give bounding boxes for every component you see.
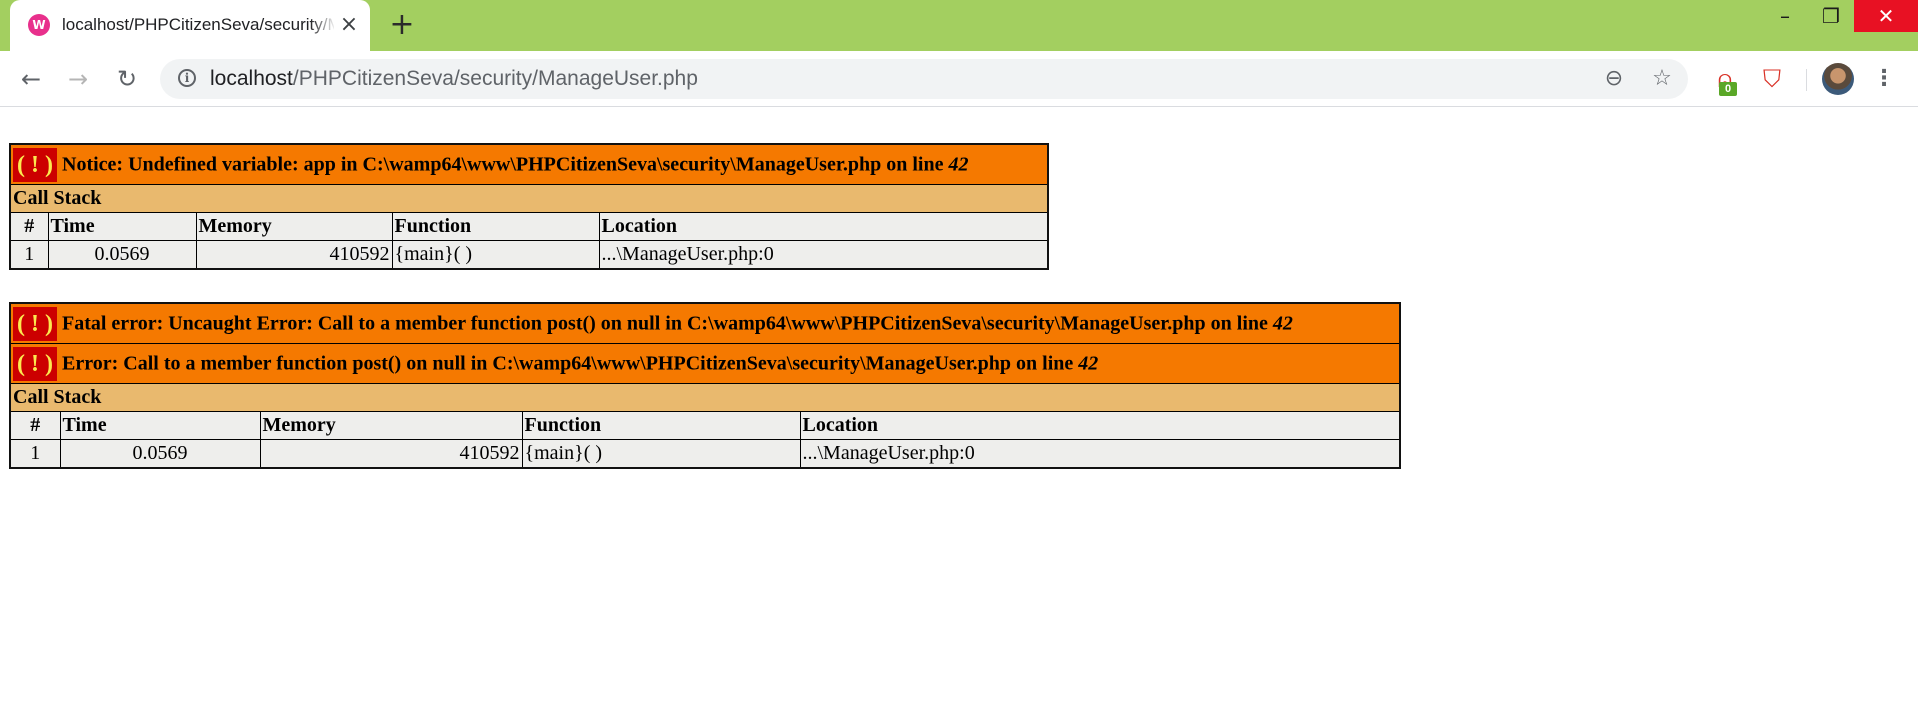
url-path: /PHPCitizenSeva/security/ManageUser.php (292, 67, 698, 90)
cell-memory: 410592 (195, 240, 393, 270)
fatal-line-number: 42 (1272, 312, 1293, 334)
back-arrow-icon[interactable]: ← (14, 62, 48, 96)
cell-num: 1 (9, 439, 61, 469)
forward-arrow-icon[interactable]: → (61, 62, 95, 96)
error-exclamation-icon: ( ! ) (13, 306, 57, 341)
wamp-favicon-icon: W (28, 14, 50, 36)
reload-icon[interactable]: ↻ (110, 62, 144, 96)
call-stack-header: Call Stack (9, 383, 1401, 412)
call-stack-header: Call Stack (9, 184, 1049, 213)
new-tab-plus-icon[interactable]: + (387, 10, 417, 40)
page-content: ( ! ) Notice: Undefined variable: app in … (0, 107, 1918, 720)
address-bar[interactable]: i localhost/PHPCitizenSeva/security/Mana… (160, 59, 1688, 99)
error-message-row: ( ! ) Error: Call to a member function po… (9, 343, 1401, 384)
cell-function: {main}( ) (391, 240, 600, 270)
window-restore-icon[interactable]: ❐ (1808, 0, 1854, 32)
error-exclamation-icon: ( ! ) (13, 346, 57, 381)
column-header: Location (799, 411, 1401, 440)
xdebug-fatal-error-table: ( ! ) Fatal error: Uncaught Error: Call t… (9, 302, 1401, 469)
browser-menu-icon[interactable]: ⋮ (1872, 64, 1896, 94)
toolbar-separator (1806, 69, 1807, 91)
browser-toolbar: ← → ↻ i localhost/PHPCitizenSeva/securit… (0, 51, 1918, 107)
column-header: # (9, 411, 61, 440)
address-url[interactable]: localhost/PHPCitizenSeva/security/Manage… (210, 68, 698, 90)
error-message: Error: Call to a member function post() … (62, 352, 1079, 374)
site-info-icon[interactable]: i (178, 69, 196, 87)
zoom-out-icon[interactable]: ⊖ (1600, 65, 1628, 93)
column-header: Function (521, 411, 801, 440)
column-header: Memory (259, 411, 523, 440)
profile-avatar[interactable] (1822, 63, 1854, 95)
xdebug-notice-table: ( ! ) Notice: Undefined variable: app in … (9, 143, 1049, 270)
cell-time: 0.0569 (47, 240, 197, 270)
browser-tab-active[interactable]: W localhost/PHPCitizenSeva/security/Mana… (10, 0, 370, 51)
cell-function: {main}( ) (521, 439, 801, 469)
window-close-icon[interactable]: ✕ (1854, 0, 1918, 32)
fatal-message-row: ( ! ) Fatal error: Uncaught Error: Call t… (9, 302, 1401, 344)
extension-badge: 0 (1719, 82, 1737, 96)
cell-num: 1 (9, 240, 49, 270)
notice-message-row: ( ! ) Notice: Undefined variable: app in … (9, 143, 1049, 185)
browser-titlebar: W localhost/PHPCitizenSeva/security/Mana… (0, 0, 1918, 51)
table-header-row: # Time Memory Function Location (9, 411, 1401, 440)
error-line-number: 42 (1078, 352, 1099, 374)
tab-title-fade (310, 10, 336, 40)
call-stack-label: Call Stack (9, 184, 1049, 213)
tab-title: localhost/PHPCitizenSeva/security/Manage… (62, 15, 334, 34)
cell-location: ...\ManageUser.php:0 (799, 439, 1401, 469)
fatal-message: Fatal error: Uncaught Error: Call to a m… (62, 312, 1273, 334)
cell-memory: 410592 (259, 439, 523, 469)
column-header: Memory (195, 212, 393, 241)
cell-time: 0.0569 (59, 439, 261, 469)
column-header: Time (47, 212, 197, 241)
table-row: 1 0.0569 410592 {main}( ) ...\ManageUser… (9, 240, 1049, 270)
column-header: Function (391, 212, 600, 241)
window-minimize-icon[interactable]: – (1762, 0, 1808, 32)
call-stack-label: Call Stack (9, 383, 1401, 412)
notice-message: Notice: Undefined variable: app in C:\wa… (62, 153, 949, 175)
cell-location: ...\ManageUser.php:0 (598, 240, 1049, 270)
column-header: Time (59, 411, 261, 440)
column-header: # (9, 212, 49, 241)
table-header-row: # Time Memory Function Location (9, 212, 1049, 241)
shield-extension-icon[interactable]: ⛉ (1757, 64, 1787, 94)
notice-line-number: 42 (948, 153, 969, 175)
tab-close-icon[interactable]: × (336, 12, 362, 38)
url-host: localhost (210, 67, 293, 90)
table-row: 1 0.0569 410592 {main}( ) ...\ManageUser… (9, 439, 1401, 469)
bookmark-star-icon[interactable]: ☆ (1648, 65, 1676, 93)
column-header: Location (598, 212, 1049, 241)
error-exclamation-icon: ( ! ) (13, 147, 57, 182)
